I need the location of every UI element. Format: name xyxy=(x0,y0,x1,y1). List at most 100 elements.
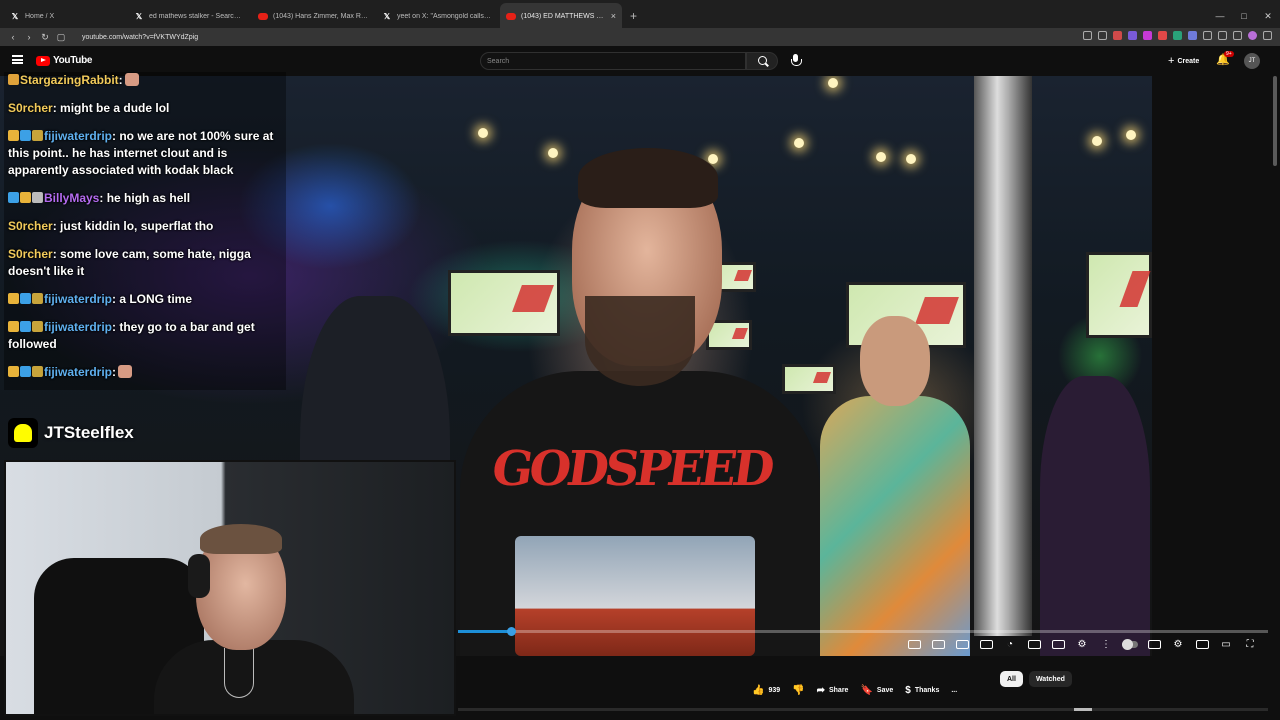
close-tab-icon[interactable]: × xyxy=(611,11,616,21)
screen-icon[interactable] xyxy=(977,637,995,651)
more-vertical-icon[interactable]: ⋮ xyxy=(1097,637,1115,651)
youtube-play-icon xyxy=(36,55,50,66)
extension-icon[interactable] xyxy=(1128,31,1137,40)
thumbs-down-icon: 👎 xyxy=(792,684,805,696)
captions-icon[interactable] xyxy=(1145,637,1163,651)
miniplayer-icon[interactable] xyxy=(1193,637,1211,651)
ambient-icon[interactable] xyxy=(905,637,923,651)
chat-badge-icon xyxy=(32,130,43,141)
save-button[interactable]: 🔖 Save xyxy=(860,682,893,698)
ceiling-light xyxy=(794,138,804,148)
ceiling-light xyxy=(478,128,488,138)
maximize-button[interactable]: □ xyxy=(1232,11,1256,21)
chat-username: fijiwaterdrip xyxy=(44,292,113,306)
cast-icon[interactable] xyxy=(1083,31,1092,40)
chat-badge-icon xyxy=(32,366,43,377)
chat-message: S0rcher: might be a dude lol xyxy=(4,100,286,117)
gear-icon[interactable]: ⚙ xyxy=(1169,637,1187,651)
clip-icon[interactable] xyxy=(929,637,947,651)
tab-strip: 𝕏 Home / X 𝕏ed mathews stalker - Search / … xyxy=(4,3,624,29)
sidepanel-icon[interactable] xyxy=(1233,31,1242,40)
snapchat-icon xyxy=(8,418,38,448)
hamburger-menu-icon[interactable] xyxy=(12,55,23,64)
chat-username: S0rcher xyxy=(8,247,53,261)
new-tab-button[interactable]: + xyxy=(630,9,637,23)
extension-icon[interactable] xyxy=(1143,31,1152,40)
tab-title: (1043) Hans Zimmer, Max Richter an... xyxy=(273,12,368,20)
more-actions-button[interactable]: ... xyxy=(951,682,957,698)
video-actions: 👍 939 👎 ➦ Share 🔖 Save $ Thanks ... xyxy=(752,681,957,699)
chat-badge-icon xyxy=(32,293,43,304)
ceiling-light xyxy=(876,152,886,162)
profile-icon[interactable] xyxy=(1248,31,1257,40)
url-field[interactable]: youtube.com/watch?v=fVKTWYdZpig xyxy=(82,34,198,41)
bookmark-icon[interactable]: ▢ xyxy=(54,32,68,43)
player-controls: ◔ ⚙ ⋮ ⚙ ▭ ⛶ xyxy=(905,636,1259,652)
extensions-bar xyxy=(1083,31,1272,40)
extension-icon[interactable] xyxy=(1173,31,1182,40)
chat-badge-icon xyxy=(32,321,43,332)
fullscreen-icon[interactable]: ⛶ xyxy=(1241,637,1259,651)
keyboard-icon[interactable] xyxy=(1049,637,1067,651)
close-window-button[interactable]: ✕ xyxy=(1256,11,1280,22)
chat-badge-icon xyxy=(8,321,19,332)
browser-tab[interactable]: 𝕏 Home / X xyxy=(4,3,126,29)
dislike-button[interactable]: 👎 xyxy=(792,682,804,698)
create-button[interactable]: + Create xyxy=(1160,52,1207,70)
reload-icon[interactable]: ↻ xyxy=(38,32,52,43)
browser-tab[interactable]: 𝕏yeet on X: "Asmongold calls Clavicula..… xyxy=(376,3,498,29)
progress-played xyxy=(458,630,511,633)
browser-tab[interactable]: 𝕏ed mathews stalker - Search / X xyxy=(128,3,250,29)
like-count: 939 xyxy=(768,686,781,694)
extension-icon[interactable] xyxy=(1158,31,1167,40)
share-button[interactable]: ➦ Share xyxy=(817,682,849,698)
tab-title: ed mathews stalker - Search / X xyxy=(149,12,244,20)
minimize-button[interactable]: — xyxy=(1208,11,1232,21)
x-favicon-icon: 𝕏 xyxy=(383,11,391,21)
microphone-icon[interactable] xyxy=(788,54,804,70)
thumbs-up-icon: 👍 xyxy=(752,684,765,696)
horizontal-scrollbar[interactable] xyxy=(458,708,1268,711)
thanks-button[interactable]: $ Thanks xyxy=(905,682,939,698)
theater-mode-icon[interactable]: ▭ xyxy=(1217,637,1235,651)
snapchat-handle: JTSteelflex xyxy=(44,423,134,442)
chat-message: fijiwaterdrip: a LONG time xyxy=(4,291,286,308)
scrubber-handle[interactable] xyxy=(506,627,516,636)
background-person xyxy=(1040,376,1150,656)
extension-icon[interactable] xyxy=(1113,31,1122,40)
loop-icon[interactable] xyxy=(953,637,971,651)
chat-text: : xyxy=(118,73,123,87)
settings-icon[interactable]: ⚙ xyxy=(1073,637,1091,651)
bookmark-save-icon: 🔖 xyxy=(860,684,873,696)
menu-dots-icon[interactable] xyxy=(1263,31,1272,40)
music-icon[interactable] xyxy=(1218,31,1227,40)
extensions-puzzle-icon[interactable] xyxy=(1203,31,1212,40)
chat-badge-icon xyxy=(20,293,31,304)
extension-icon[interactable] xyxy=(1188,31,1197,40)
share-page-icon[interactable] xyxy=(1098,31,1107,40)
screen: 𝕏 Home / X 𝕏ed mathews stalker - Search / … xyxy=(0,0,1280,720)
vertical-scrollbar[interactable] xyxy=(1273,76,1277,166)
autoplay-toggle[interactable] xyxy=(1121,637,1139,651)
scrollbar-thumb[interactable] xyxy=(1074,708,1092,711)
chip-all[interactable]: All xyxy=(1000,671,1023,687)
chat-message: fijiwaterdrip: they go to a bar and get … xyxy=(4,319,286,353)
back-icon[interactable]: ‹ xyxy=(6,32,20,42)
chat-username: fijiwaterdrip xyxy=(44,365,113,379)
chip-watched[interactable]: Watched xyxy=(1028,671,1072,687)
forward-icon[interactable]: › xyxy=(22,32,36,42)
search-input[interactable]: Search xyxy=(480,52,746,70)
browser-tab[interactable]: (1043) ED MATTHEWS FIGHT × xyxy=(500,3,622,29)
chat-badge-icon xyxy=(20,192,31,203)
browser-tab[interactable]: (1043) Hans Zimmer, Max Richter an... xyxy=(252,3,374,29)
chat-badge-icon xyxy=(8,192,19,203)
speed-icon[interactable]: ◔ xyxy=(1001,637,1019,651)
youtube-logo[interactable]: YouTube xyxy=(36,55,93,66)
avatar[interactable]: JT xyxy=(1244,53,1260,69)
like-button[interactable]: 👍 939 xyxy=(752,682,780,698)
chat-message: S0rcher: just kiddin lo, superflat tho xyxy=(4,218,286,235)
video-progress-bar[interactable] xyxy=(458,627,1268,636)
screenshot-icon[interactable] xyxy=(1025,637,1043,651)
tab-title: yeet on X: "Asmongold calls Clavicula... xyxy=(397,12,492,20)
search-icon[interactable] xyxy=(746,52,778,70)
